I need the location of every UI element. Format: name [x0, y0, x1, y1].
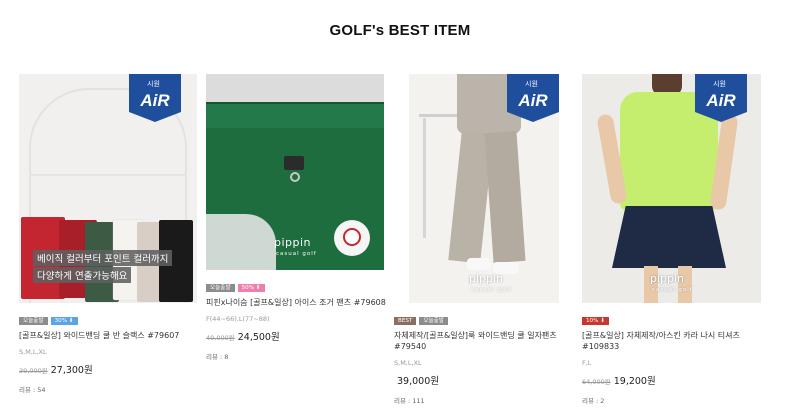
badge-row: 오늘출발 30% ⬇ — [19, 317, 209, 325]
brand-logo: pippin — [469, 272, 504, 285]
product-image-4[interactable]: pippin casual golf 시원 AiR — [582, 74, 761, 303]
image-caption-1: 베이직 컬러부터 포인트 컬러까지 — [33, 250, 173, 266]
svg-text:AiR: AiR — [517, 91, 548, 110]
badge-today-ship: 오늘출발 — [19, 317, 48, 325]
badge-best: BEST — [394, 317, 417, 325]
section-title: GOLF's BEST ITEM — [329, 22, 471, 39]
product-options: F,L — [582, 359, 592, 367]
review-count: 리뷰 : 54 — [19, 386, 46, 394]
sale-price: 19,200원 — [613, 376, 656, 387]
brand-subtitle: casual golf — [471, 287, 512, 293]
product-options: F(44~66),L(77~88) — [206, 315, 270, 323]
sale-price: 39,000원 — [397, 376, 439, 387]
sale-price: 24,500원 — [237, 332, 280, 343]
original-price: 39,000원 — [19, 367, 48, 375]
badge-discount: 30% ⬇ — [50, 317, 78, 325]
product-options: S,M,L,XL — [394, 359, 422, 367]
review-count: 리뷰 : 8 — [206, 353, 229, 361]
sale-price: 27,300원 — [50, 365, 93, 376]
review-count: 리뷰 : 111 — [394, 397, 425, 405]
product-name[interactable]: [골프&일상] 와이드밴딩 쿨 반 슬랙스 #79607 — [19, 330, 209, 341]
badge-today-ship: 오늘출발 — [206, 284, 235, 292]
image-caption-2: 다양하게 연출가능해요 — [33, 267, 132, 283]
original-price: 64,000원 — [582, 378, 611, 386]
badge-today-ship: 오늘출발 — [419, 317, 448, 325]
air-badge-icon: 시원 AiR — [129, 74, 181, 122]
badge-discount: 10% ⬇ — [582, 317, 609, 325]
badge-row: 오늘출발 50% ⬇ — [206, 284, 396, 292]
badge-row: BEST 오늘출발 — [394, 317, 584, 325]
air-badge-icon: 시원 AiR — [695, 74, 747, 122]
svg-text:시원: 시원 — [147, 79, 160, 88]
badge-discount: 50% ⬇ — [237, 284, 265, 292]
product-image-3[interactable]: pippin casual golf 시원 AiR — [409, 74, 559, 303]
svg-text:AiR: AiR — [139, 91, 170, 110]
brand-subtitle: casual golf — [652, 287, 693, 293]
air-badge-icon: 시원 AiR — [507, 74, 559, 122]
brand-subtitle: casual golf — [276, 251, 317, 257]
review-count: 리뷰 : 2 — [582, 397, 605, 405]
product-image-1[interactable]: 베이직 컬러부터 포인트 컬러까지 다양하게 연출가능해요 시원 AiR — [19, 74, 197, 303]
brand-logo: pippin — [650, 272, 685, 285]
brand-logo: pippin — [274, 236, 312, 249]
svg-text:시원: 시원 — [525, 79, 538, 88]
badge-row: 10% ⬇ — [582, 317, 772, 325]
product-image-2[interactable]: pippin casual golf — [206, 74, 384, 270]
product-name[interactable]: 자체제작/[골프&일상]룩 와이드밴딩 쿨 일자팬츠 #79540 — [394, 330, 584, 352]
original-price: 49,000원 — [206, 334, 235, 342]
product-name[interactable]: [골프&일상] 자체제작/아스킨 카라 나시 티셔츠 #109833 — [582, 330, 772, 352]
product-name[interactable]: 피핀x나이슴 [골프&일상] 아이스 조거 팬츠 #79608 — [206, 297, 396, 308]
svg-text:시원: 시원 — [713, 79, 726, 88]
svg-text:AiR: AiR — [705, 91, 736, 110]
product-options: S,M,L,XL — [19, 348, 47, 356]
